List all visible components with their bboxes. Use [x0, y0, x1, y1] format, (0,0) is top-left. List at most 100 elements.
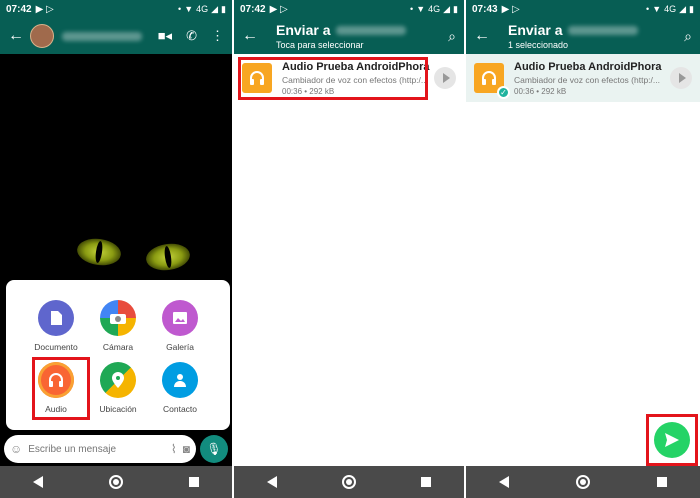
picker-title-row: Enviar a: [508, 22, 639, 38]
screenshot-collage: 07:42 ▶ ▷ • ▼ 4G ◢ ▮ ← ■◂ ✆ ⋮ Documento …: [0, 0, 700, 498]
status-icons: • ▼ 4G ◢ ▮: [410, 4, 458, 15]
notification-icon: ▶ ▷: [35, 3, 54, 15]
arrow-left-icon[interactable]: ←: [474, 27, 496, 45]
audio-file-row-selected[interactable]: ✓ Audio Prueba AndroidPhora Cambiador de…: [466, 54, 700, 102]
picker-header: ← Enviar a 1 seleccionado ⌕: [466, 18, 700, 54]
battery-icon: ▮: [453, 3, 458, 14]
dot-icon: •: [178, 4, 182, 14]
nav-back-icon[interactable]: [266, 476, 277, 488]
message-input[interactable]: [28, 443, 165, 455]
arrow-left-icon[interactable]: ←: [8, 27, 30, 45]
attach-gallery-label: Galería: [166, 342, 194, 352]
picker-title-block: Enviar a Toca para seleccionar: [276, 22, 407, 50]
nav-home-icon[interactable]: [575, 475, 590, 489]
chat-header: ← ■◂ ✆ ⋮: [0, 18, 232, 54]
highlight-audio-file: [238, 57, 428, 100]
chat-screen: 07:42 ▶ ▷ • ▼ 4G ◢ ▮ ← ■◂ ✆ ⋮ Documento …: [0, 0, 232, 498]
header-actions: ■◂ ✆ ⋮: [158, 28, 224, 44]
status-icons: • ▼ 4G ◢ ▮: [178, 4, 226, 15]
notification-icon: ▶ ▷: [501, 3, 520, 15]
status-time: 07:43: [472, 3, 498, 15]
battery-icon: ▮: [689, 3, 694, 14]
contact-name-blurred: [568, 25, 639, 35]
file-name: Audio Prueba AndroidPhora: [514, 60, 662, 73]
avatar[interactable]: [30, 24, 54, 48]
attach-contact-label: Contacto: [162, 404, 198, 414]
emoji-icon[interactable]: ☺: [10, 442, 22, 456]
document-icon: [38, 300, 74, 336]
attach-location[interactable]: Ubicación: [86, 362, 150, 414]
network-label: 4G: [664, 4, 677, 14]
picker-subtitle: 1 seleccionado: [508, 40, 569, 50]
nav-recents-icon[interactable]: [656, 477, 667, 487]
wifi-icon: ▼: [184, 4, 194, 14]
picker-title-row: Enviar a: [276, 22, 407, 38]
signal-icon: ◢: [679, 3, 687, 14]
camera-icon: [100, 300, 136, 336]
dot-icon: •: [410, 4, 414, 14]
wifi-icon: ▼: [652, 4, 662, 14]
nav-back-icon[interactable]: [499, 476, 510, 488]
picker-title-block: Enviar a 1 seleccionado: [508, 22, 639, 50]
file-description: Cambiador de voz con efectos (http:/...: [514, 74, 660, 85]
file-text: Audio Prueba AndroidPhora Cambiador de v…: [514, 61, 666, 96]
send-to-selected-screen: 07:43 ▶ ▷ • ▼ 4G ◢ ▮ ← Enviar a 1 selecc…: [466, 0, 700, 498]
highlight-audio-option: [32, 357, 90, 420]
wifi-icon: ▼: [416, 4, 426, 14]
gallery-icon: [162, 300, 198, 336]
dot-icon: •: [646, 4, 650, 14]
attach-location-label: Ubicación: [99, 404, 137, 414]
picker-title: Enviar a: [276, 22, 331, 38]
nav-home-icon[interactable]: [341, 475, 356, 489]
picker-subtitle: Toca para seleccionar: [276, 40, 364, 50]
highlight-send-button: [646, 414, 698, 466]
file-meta: 00:36 • 292 kB: [514, 86, 567, 96]
status-time: 07:42: [240, 3, 266, 15]
signal-icon: ◢: [443, 3, 451, 14]
location-pin-icon: [100, 362, 136, 398]
video-camera-icon[interactable]: ■◂: [158, 28, 172, 44]
network-label: 4G: [428, 4, 441, 14]
battery-icon: ▮: [221, 3, 226, 14]
headphones-icon: ✓: [474, 63, 510, 99]
picker-header: ← Enviar a Toca para seleccionar ⌕: [234, 18, 464, 54]
attach-gallery[interactable]: Galería: [148, 300, 212, 352]
message-input-bar: ☺ ⌇ ◙ 🎙: [0, 432, 232, 466]
attach-contact[interactable]: Contacto: [148, 362, 212, 414]
attach-document[interactable]: Documento: [24, 300, 88, 352]
status-icons: • ▼ 4G ◢ ▮: [646, 4, 694, 15]
status-bar: 07:42 ▶ ▷ • ▼ 4G ◢ ▮: [234, 0, 464, 18]
more-vert-icon[interactable]: ⋮: [211, 28, 224, 44]
nav-home-icon[interactable]: [109, 475, 123, 489]
attach-camera[interactable]: Cámara: [86, 300, 150, 352]
cat-eye-left: [75, 236, 123, 268]
notification-icon: ▶ ▷: [269, 3, 288, 15]
arrow-left-icon[interactable]: ←: [242, 27, 264, 45]
nav-recents-icon[interactable]: [189, 477, 199, 487]
cat-eye-right: [144, 241, 192, 273]
signal-icon: ◢: [211, 3, 219, 14]
paperclip-icon[interactable]: ⌇: [171, 442, 177, 456]
send-to-screen: 07:42 ▶ ▷ • ▼ 4G ◢ ▮ ← Enviar a Toca par…: [234, 0, 464, 498]
contact-name-blurred: [336, 25, 407, 35]
attach-camera-label: Cámara: [102, 342, 134, 352]
play-icon[interactable]: [434, 67, 456, 89]
status-bar: 07:42 ▶ ▷ • ▼ 4G ◢ ▮: [0, 0, 232, 18]
play-icon[interactable]: [670, 67, 692, 89]
person-icon: [162, 362, 198, 398]
phone-icon[interactable]: ✆: [186, 28, 197, 44]
contact-name-blurred[interactable]: [62, 31, 142, 41]
search-icon[interactable]: ⌕: [448, 28, 456, 45]
microphone-icon[interactable]: 🎙: [200, 435, 228, 463]
nav-bar: [234, 466, 464, 498]
picker-title: Enviar a: [508, 22, 563, 38]
nav-recents-icon[interactable]: [421, 477, 432, 487]
nav-back-icon[interactable]: [33, 476, 43, 488]
attach-document-label: Documento: [34, 342, 78, 352]
nav-bar: [0, 466, 232, 498]
camera-icon[interactable]: ◙: [183, 442, 190, 456]
search-icon[interactable]: ⌕: [684, 28, 692, 45]
network-label: 4G: [196, 4, 209, 14]
status-time: 07:42: [6, 3, 32, 15]
nav-bar: [466, 466, 700, 498]
